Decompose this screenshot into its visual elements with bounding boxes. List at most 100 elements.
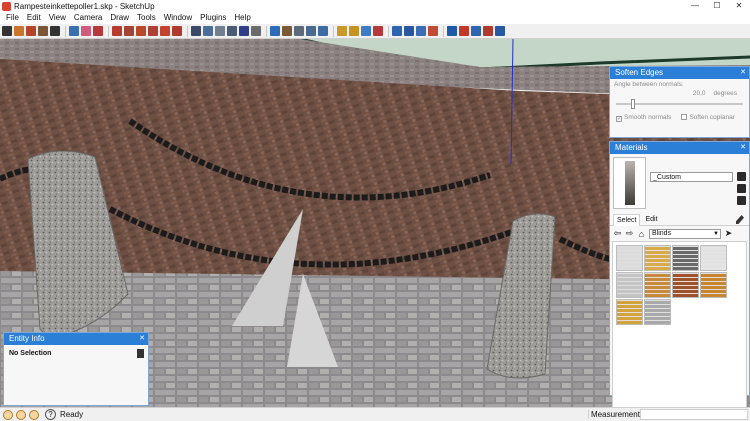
material-swatch[interactable] <box>644 299 671 325</box>
subtract-icon[interactable] <box>495 26 505 36</box>
menu-help[interactable]: Help <box>230 12 254 24</box>
material-swatch[interactable] <box>672 245 699 271</box>
solid-tools-icon[interactable] <box>447 26 457 36</box>
material-swatch[interactable] <box>616 245 643 271</box>
axes-icon[interactable] <box>239 26 249 36</box>
user-account-icon[interactable] <box>29 409 39 420</box>
display-secondary-pane-icon[interactable] <box>737 172 746 181</box>
default-material-icon[interactable] <box>737 196 746 205</box>
menu-draw[interactable]: Draw <box>106 12 133 24</box>
position-camera-icon[interactable] <box>392 26 402 36</box>
make-component-icon[interactable] <box>69 26 79 36</box>
arc-icon[interactable] <box>50 26 60 36</box>
tape-measure-icon[interactable] <box>191 26 201 36</box>
menu-view[interactable]: View <box>45 12 70 24</box>
material-swatch[interactable] <box>644 245 671 271</box>
material-swatch[interactable] <box>700 245 727 271</box>
menu-window[interactable]: Window <box>160 12 196 24</box>
push-pull-icon[interactable] <box>124 26 134 36</box>
material-name-field[interactable]: _Custom <box>650 172 733 182</box>
forward-arrow-icon[interactable]: ⇨ <box>625 228 634 239</box>
tab-edit[interactable]: Edit <box>642 214 660 225</box>
measurements-input[interactable] <box>640 409 748 420</box>
slider-thumb[interactable] <box>631 99 636 109</box>
extension-warehouse-icon[interactable] <box>373 26 383 36</box>
zoom-window-icon[interactable] <box>306 26 316 36</box>
protractor-icon[interactable] <box>215 26 225 36</box>
help-icon[interactable]: ? <box>45 409 56 420</box>
paint-bucket-icon[interactable] <box>93 26 103 36</box>
scale-icon[interactable] <box>160 26 170 36</box>
details-arrow-icon[interactable]: ➤ <box>724 228 733 239</box>
back-arrow-icon[interactable]: ⇦ <box>613 228 622 239</box>
credits-icon[interactable] <box>16 409 26 420</box>
minimize-button[interactable]: — <box>684 0 706 12</box>
intersect-icon[interactable] <box>471 26 481 36</box>
offset-icon[interactable] <box>172 26 182 36</box>
look-around-icon[interactable] <box>416 26 426 36</box>
soften-edges-header[interactable]: Soften Edges ✕ <box>610 67 749 79</box>
section-plane-icon[interactable] <box>428 26 438 36</box>
measurements-label: Measurements <box>588 410 644 419</box>
materials-title: Materials <box>615 143 648 152</box>
rotate-icon[interactable] <box>136 26 146 36</box>
eraser-icon[interactable] <box>81 26 91 36</box>
material-swatch[interactable] <box>700 272 727 298</box>
circle-icon[interactable] <box>38 26 48 36</box>
pencil-icon[interactable] <box>14 26 24 36</box>
menu-plugins[interactable]: Plugins <box>196 12 230 24</box>
selection-status: No Selection <box>9 350 52 357</box>
close-icon[interactable]: ✕ <box>139 333 145 345</box>
zoom-icon[interactable] <box>294 26 304 36</box>
menu-file[interactable]: File <box>2 12 23 24</box>
home-icon[interactable]: ⌂ <box>637 229 646 239</box>
entity-info-body: No Selection <box>4 345 148 362</box>
smooth-normals-option[interactable]: ✓ Smooth normals <box>616 114 671 122</box>
maximize-button[interactable]: ☐ <box>706 0 728 12</box>
create-material-icon[interactable] <box>737 184 746 193</box>
smooth-normals-checkbox[interactable]: ✓ <box>616 116 622 122</box>
material-swatch[interactable] <box>672 272 699 298</box>
move-icon[interactable] <box>112 26 122 36</box>
angle-slider[interactable] <box>616 99 743 109</box>
menu-camera[interactable]: Camera <box>70 12 106 24</box>
outer-shell-icon[interactable] <box>459 26 469 36</box>
components-icon[interactable] <box>361 26 371 36</box>
dimension-icon[interactable] <box>203 26 213 36</box>
material-preview[interactable] <box>613 157 646 209</box>
soften-coplanar-checkbox[interactable] <box>681 114 688 120</box>
pan-icon[interactable] <box>282 26 292 36</box>
window-controls: — ☐ ✕ <box>684 0 750 12</box>
geo-location-icon[interactable] <box>3 409 13 420</box>
union-icon[interactable] <box>483 26 493 36</box>
close-icon[interactable]: ✕ <box>740 67 746 79</box>
menu-tools[interactable]: Tools <box>133 12 160 24</box>
soften-coplanar-option[interactable]: Soften coplanar <box>681 114 735 122</box>
entity-options-icon[interactable] <box>137 349 144 358</box>
close-button[interactable]: ✕ <box>728 0 750 12</box>
entity-info-title: Entity Info <box>9 334 45 343</box>
menu-edit[interactable]: Edit <box>23 12 45 24</box>
status-bar: ? Ready Measurements <box>0 407 750 421</box>
share-model-icon[interactable] <box>349 26 359 36</box>
eyedropper-icon[interactable] <box>736 215 744 224</box>
close-icon[interactable]: ✕ <box>740 142 746 154</box>
entity-info-header[interactable]: Entity Info ✕ <box>4 333 148 345</box>
select-icon[interactable] <box>2 26 12 36</box>
material-swatch[interactable] <box>616 299 643 325</box>
toolbar-separator <box>187 25 188 37</box>
orbit-icon[interactable] <box>270 26 280 36</box>
material-swatch[interactable] <box>644 272 671 298</box>
rectangle-icon[interactable] <box>26 26 36 36</box>
sketchup-app-icon <box>2 1 11 11</box>
material-swatch[interactable] <box>616 272 643 298</box>
collection-select[interactable]: Blinds ▼ <box>649 228 721 239</box>
warehouse-icon[interactable] <box>337 26 347 36</box>
zoom-extents-icon[interactable] <box>318 26 328 36</box>
tab-select[interactable]: Select <box>613 213 641 226</box>
walk-icon[interactable] <box>404 26 414 36</box>
text-icon[interactable] <box>227 26 237 36</box>
materials-header[interactable]: Materials ✕ <box>610 142 749 154</box>
3d-text-icon[interactable] <box>251 26 261 36</box>
follow-me-icon[interactable] <box>148 26 158 36</box>
